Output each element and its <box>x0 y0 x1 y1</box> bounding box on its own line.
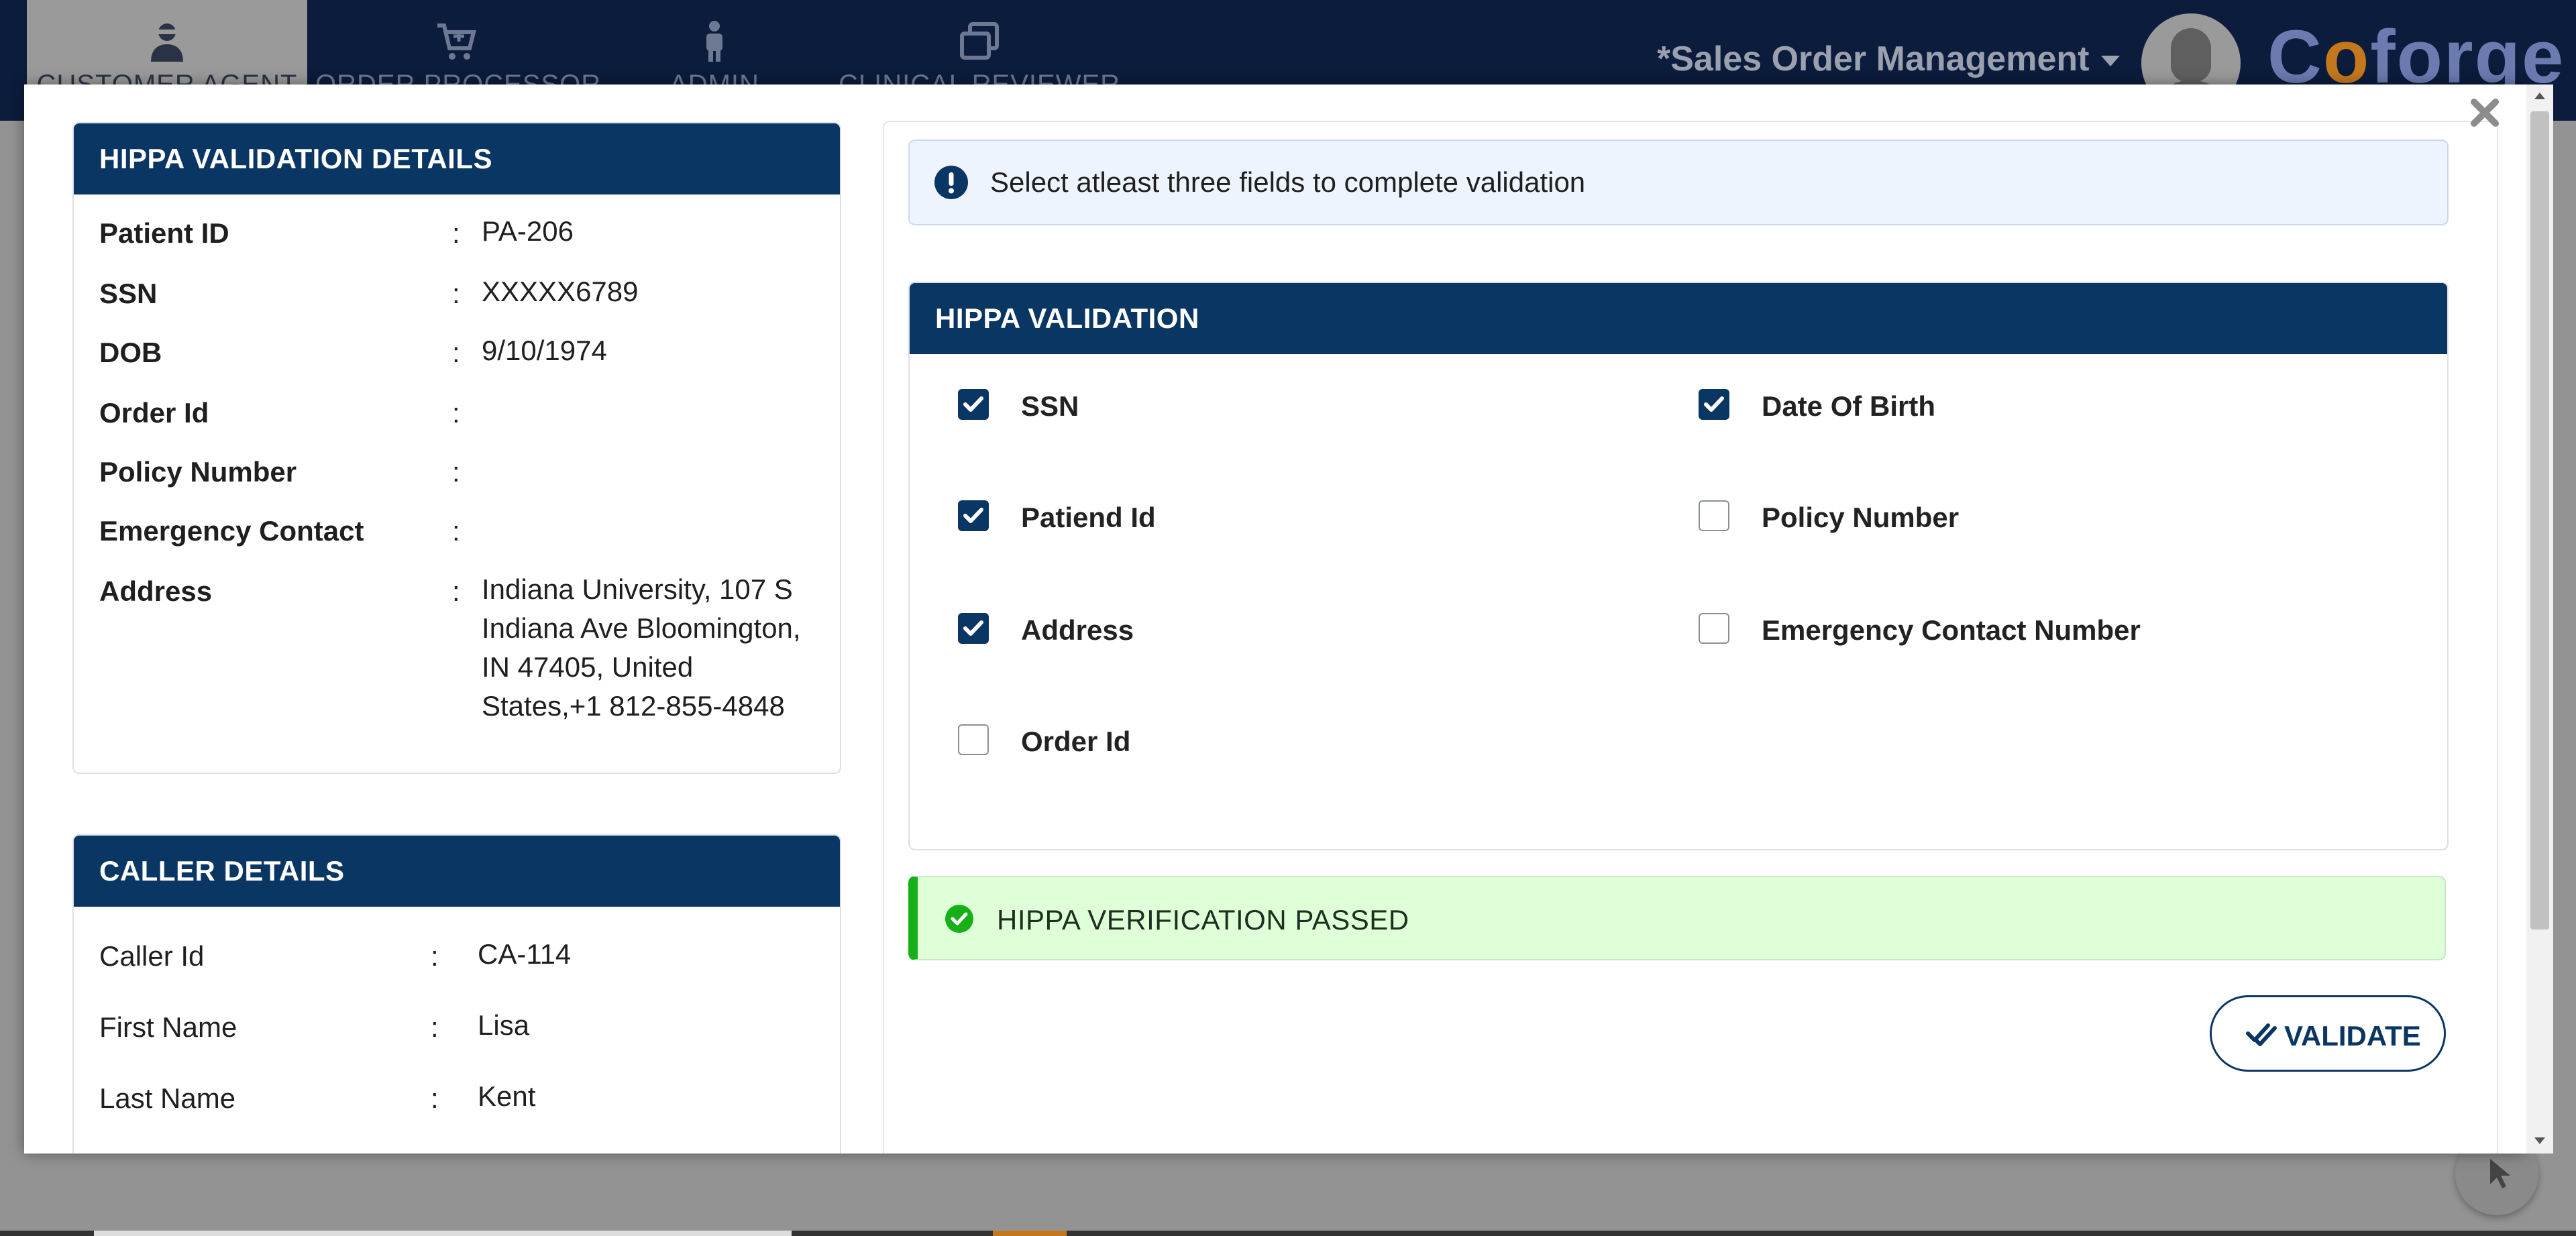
checkbox-label: Policy Number <box>1762 502 1960 533</box>
exclamation-circle-icon <box>934 166 968 199</box>
caller-value: Lisa <box>478 1009 530 1041</box>
checkbox-unchecked[interactable] <box>958 724 989 755</box>
info-message: Select atleast three fields to complete … <box>990 166 1586 198</box>
detail-separator: : <box>452 575 460 607</box>
checkbox-checked[interactable] <box>958 613 989 644</box>
hippa-validation-modal: HIPPA VALIDATION DETAILS CALLER DETAILS … <box>24 85 2526 1154</box>
scroll-up-icon[interactable] <box>2534 93 2545 99</box>
check-icon <box>963 508 983 523</box>
validate-button[interactable]: VALIDATE <box>2210 995 2446 1072</box>
detail-separator: : <box>452 337 460 368</box>
caller-value: Kent <box>478 1080 536 1112</box>
checkbox-checked[interactable] <box>958 389 989 420</box>
caller-separator: : <box>431 1082 439 1114</box>
check-icon <box>963 620 983 636</box>
checkbox-label: Date Of Birth <box>1762 390 1936 422</box>
detail-label: SSN <box>99 278 158 309</box>
detail-label: Policy Number <box>99 456 297 488</box>
cart-icon <box>437 23 476 60</box>
checkbox-label: Address <box>1021 614 1134 646</box>
checkbox-checked[interactable] <box>1699 389 1729 420</box>
checkbox-label: SSN <box>1021 390 1079 422</box>
bottom-progress-strip <box>0 1231 2576 1236</box>
detail-separator: : <box>452 515 460 547</box>
checkbox-label: Emergency Contact Number <box>1762 614 2141 646</box>
hippa-validation-card: HIPPA VALIDATION <box>908 282 2449 850</box>
close-icon[interactable] <box>2466 94 2504 131</box>
info-banner: Select atleast three fields to complete … <box>908 139 2449 225</box>
detail-value-address: Indiana University, 107 S Indiana Ave Bl… <box>482 573 801 722</box>
success-banner: HIPPA VERIFICATION PASSED <box>908 876 2446 960</box>
detail-label: Emergency Contact <box>99 515 364 547</box>
detail-value: PA-206 <box>482 215 574 247</box>
success-message: HIPPA VERIFICATION PASSED <box>997 904 1409 936</box>
agent-icon <box>151 23 183 62</box>
double-check-icon <box>2246 1023 2277 1046</box>
detail-separator: : <box>452 217 460 249</box>
checkbox-label: Order Id <box>1021 726 1131 757</box>
detail-value: XXXXX6789 <box>482 276 639 307</box>
detail-label: DOB <box>99 337 162 368</box>
caller-separator: : <box>431 1011 439 1043</box>
scrollbar-thumb[interactable] <box>2530 111 2549 930</box>
checkbox-unchecked[interactable] <box>1699 500 1729 531</box>
caller-details-title: CALLER DETAILS <box>74 836 840 907</box>
modal-scrollbar[interactable] <box>2526 85 2553 1154</box>
detail-separator: : <box>452 456 460 488</box>
check-circle-icon <box>945 905 973 933</box>
caller-label: Last Name <box>99 1082 236 1114</box>
caller-value: CA-114 <box>478 938 572 970</box>
checkbox-unchecked[interactable] <box>1699 613 1729 644</box>
person-icon <box>706 21 722 62</box>
hippa-details-title: HIPPA VALIDATION DETAILS <box>74 123 840 194</box>
caller-label: Caller Id <box>99 940 205 972</box>
detail-value: 9/10/1974 <box>482 335 607 366</box>
copy-icon <box>960 22 999 60</box>
detail-label: Patient ID <box>99 217 229 249</box>
check-icon <box>1704 396 1724 412</box>
caret-down-icon <box>2101 56 2121 67</box>
detail-separator: : <box>452 397 460 429</box>
caller-label: First Name <box>99 1011 237 1043</box>
caller-separator: : <box>431 940 439 972</box>
scroll-down-icon[interactable] <box>2534 1137 2545 1144</box>
checkbox-label: Patiend Id <box>1021 502 1156 533</box>
app-module-dropdown[interactable]: *Sales Order Management <box>1657 39 2121 79</box>
check-icon <box>963 396 983 412</box>
validate-label: VALIDATE <box>2284 1020 2421 1052</box>
detail-label: Address <box>99 575 213 607</box>
hippa-validation-title: HIPPA VALIDATION <box>910 283 2447 354</box>
app-module-title: *Sales Order Management <box>1657 40 2090 78</box>
checkbox-checked[interactable] <box>958 500 989 531</box>
detail-separator: : <box>452 278 460 309</box>
detail-label: Order Id <box>99 397 209 429</box>
page-background <box>0 1155 2576 1236</box>
